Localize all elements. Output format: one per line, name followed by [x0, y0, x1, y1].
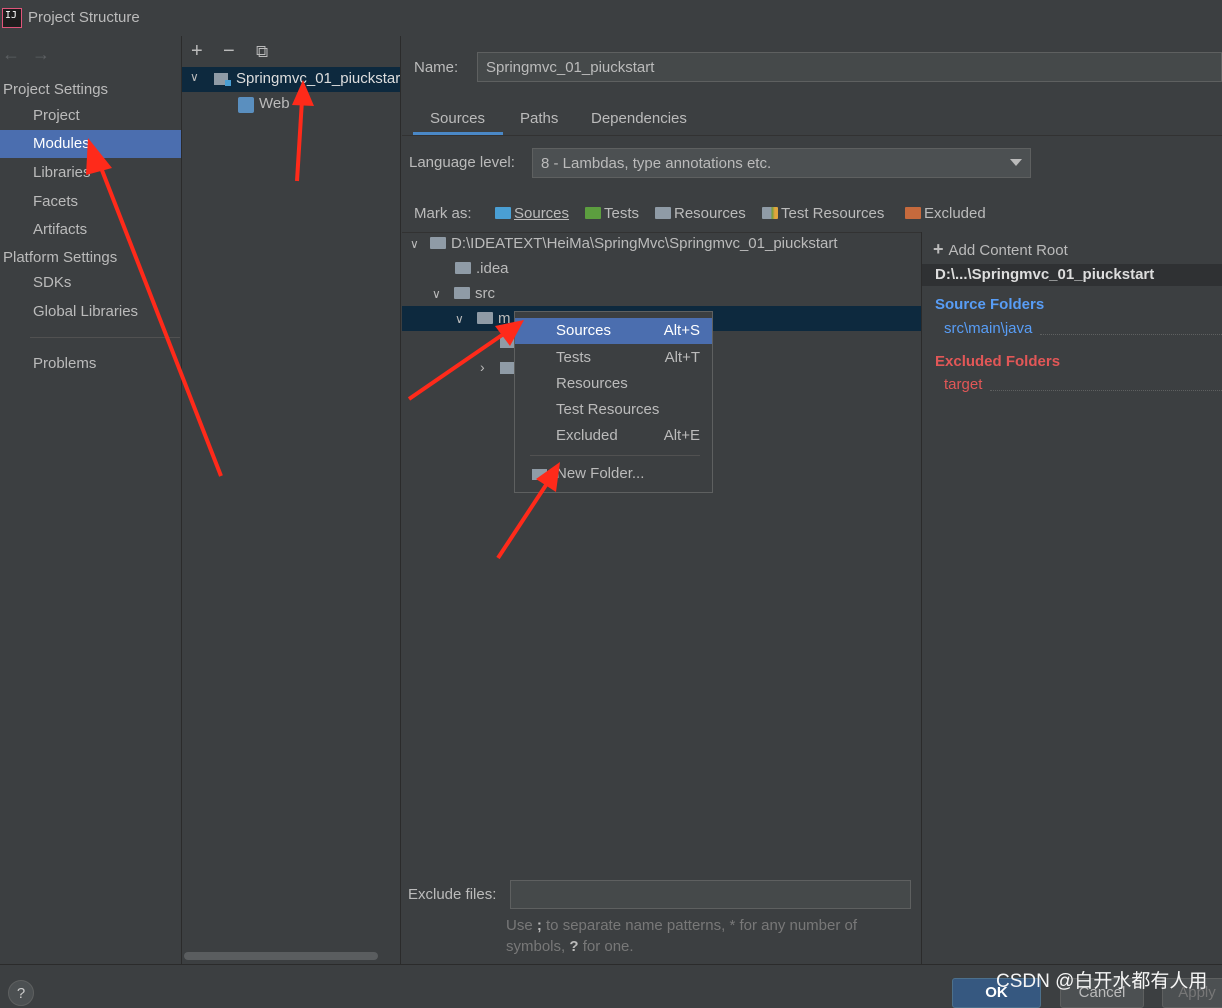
tree-row-src[interactable]: ∨ src — [432, 281, 495, 306]
folder-icon — [454, 287, 470, 299]
menu-separator — [530, 455, 700, 456]
add-content-root-button[interactable]: + Add Content Root — [933, 239, 1068, 260]
nav-divider — [30, 337, 180, 338]
sources-folder-icon — [495, 207, 511, 219]
chevron-down-icon[interactable]: ∨ — [455, 307, 469, 332]
language-level-select[interactable]: 8 - Lambdas, type annotations etc. — [532, 148, 1031, 178]
tree-row-main[interactable]: ∨ m — [455, 306, 511, 331]
exclude-files-hint: Use ; to separate name patterns, * for a… — [506, 917, 858, 955]
web-facet-icon — [238, 97, 254, 113]
source-folder-item[interactable]: src\main\java — [944, 320, 1032, 337]
mark-sources-button[interactable]: Sources — [495, 205, 569, 222]
nav-item-libraries[interactable]: Libraries — [0, 159, 181, 187]
content-roots-panel — [921, 232, 1222, 964]
menu-item-sources[interactable]: Sources Alt+S — [515, 318, 712, 344]
tree-row-idea[interactable]: .idea — [455, 256, 509, 281]
dotted-leader — [990, 390, 1222, 391]
menu-item-tests[interactable]: Tests Alt+T — [515, 345, 712, 371]
nav-item-modules[interactable]: Modules — [0, 130, 181, 158]
platform-settings-header: Platform Settings — [3, 249, 118, 266]
add-icon[interactable]: + — [191, 40, 203, 63]
name-label: Name: — [414, 59, 459, 76]
mark-as-label: Mark as: — [414, 205, 472, 222]
add-icon: + — [933, 239, 944, 259]
menu-item-new-folder[interactable]: New Folder... — [515, 461, 712, 487]
remove-icon[interactable]: − — [223, 40, 235, 63]
module-name-field[interactable]: Springmvc_01_piuckstart — [477, 52, 1222, 82]
folder-icon — [477, 312, 493, 324]
mark-tests-button[interactable]: Tests — [585, 205, 639, 222]
mark-test-resources-button[interactable]: Test Resources — [762, 205, 884, 222]
nav-item-global-libraries[interactable]: Global Libraries — [0, 298, 181, 326]
back-arrow-icon[interactable]: ← — [2, 44, 20, 65]
nav-item-sdks[interactable]: SDKs — [0, 269, 181, 297]
title-bar — [0, 0, 1222, 36]
chevron-right-icon[interactable]: › — [480, 359, 485, 375]
menu-item-excluded[interactable]: Excluded Alt+E — [515, 423, 712, 449]
mark-resources-button[interactable]: Resources — [655, 205, 746, 222]
nav-item-facets[interactable]: Facets — [0, 188, 181, 216]
forward-arrow-icon[interactable]: → — [32, 44, 50, 65]
module-badge-icon — [225, 80, 231, 86]
excluded-folder-item[interactable]: target — [944, 376, 982, 393]
tree-row-root[interactable]: ∨ D:\IDEATEXT\HeiMa\SpringMvc\Springmvc_0… — [410, 231, 838, 256]
tests-folder-icon — [585, 207, 601, 219]
folder-icon — [500, 336, 514, 348]
menu-item-resources[interactable]: Resources — [515, 371, 712, 397]
web-facet-label[interactable]: Web — [259, 95, 290, 112]
folder-icon — [500, 362, 514, 374]
tabs-divider — [402, 135, 1222, 136]
dotted-leader — [1040, 334, 1222, 335]
chevron-down-icon[interactable] — [1010, 159, 1022, 166]
nav-item-project[interactable]: Project — [0, 102, 181, 130]
chevron-down-icon[interactable]: ∨ — [190, 70, 199, 84]
chevron-down-icon[interactable]: ∨ — [432, 282, 446, 307]
excluded-folders-header: Excluded Folders — [935, 353, 1061, 370]
help-button[interactable]: ? — [8, 980, 34, 1006]
test-resources-folder-icon — [762, 207, 778, 219]
project-settings-header: Project Settings — [3, 81, 109, 98]
tab-dependencies[interactable]: Dependencies — [591, 109, 687, 135]
nav-item-artifacts[interactable]: Artifacts — [0, 216, 181, 244]
module-list-panel — [182, 36, 401, 964]
tab-paths[interactable]: Paths — [520, 109, 558, 135]
exclude-files-input[interactable] — [510, 880, 911, 909]
module-name[interactable]: Springmvc_01_piuckstart — [236, 70, 400, 87]
menu-item-test-resources[interactable]: Test Resources — [515, 397, 712, 423]
excluded-folder-icon — [905, 207, 921, 219]
window-title: Project Structure — [28, 9, 140, 26]
nav-item-problems[interactable]: Problems — [0, 350, 181, 378]
chevron-down-icon[interactable]: ∨ — [410, 232, 424, 257]
resources-folder-icon — [655, 207, 671, 219]
exclude-files-label: Exclude files: — [408, 886, 497, 903]
mark-excluded-button[interactable]: Excluded — [905, 205, 986, 222]
language-level-label: Language level: — [409, 154, 515, 171]
folder-icon — [455, 262, 471, 274]
copy-icon[interactable]: ⧉ — [256, 42, 268, 62]
content-root-path: D:\...\Springmvc_01_piuckstart — [935, 266, 1155, 283]
folder-icon — [430, 237, 446, 249]
source-folders-header: Source Folders — [935, 296, 1045, 313]
intellij-app-icon: IJ — [2, 8, 22, 28]
new-folder-icon — [532, 469, 547, 480]
csdn-watermark: CSDN @白开水都有人用 — [996, 971, 1208, 992]
module-list-scrollbar[interactable] — [184, 952, 378, 960]
